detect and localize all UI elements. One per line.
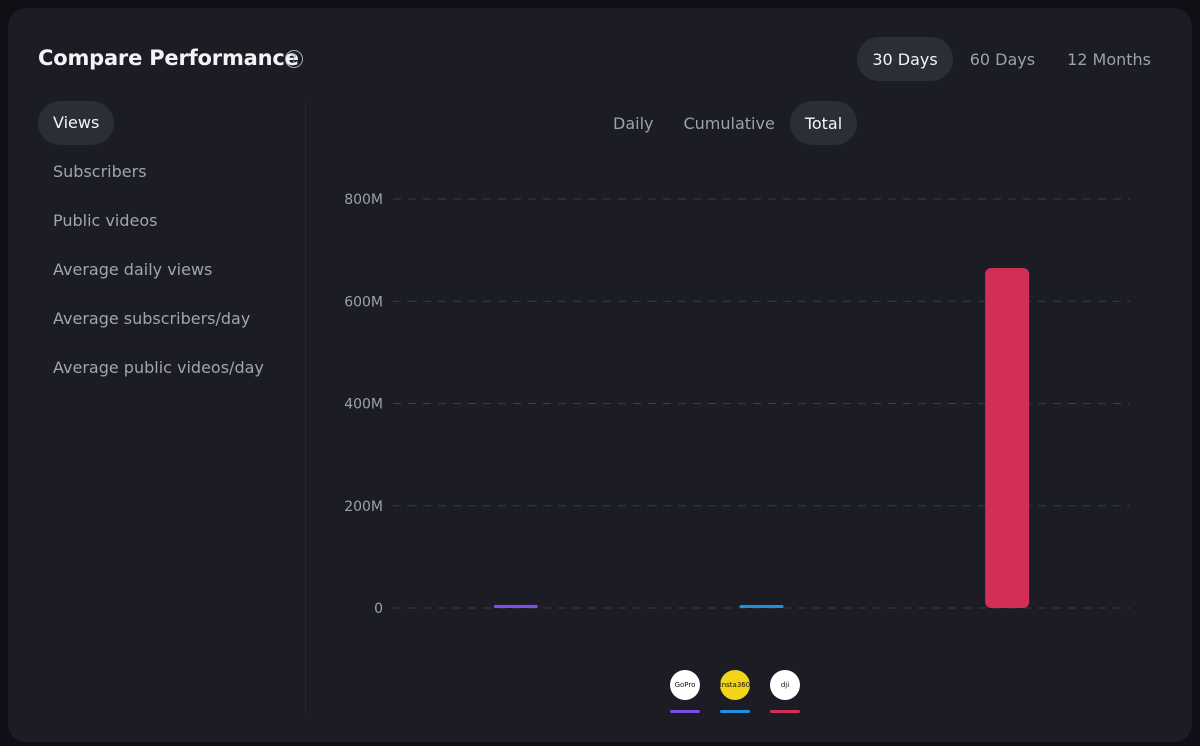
mode-total-button[interactable]: Total	[789, 101, 858, 145]
views-bar-chart: 0 200M 400M 600M 800M	[344, 192, 1130, 617]
range-60-days-button[interactable]: 60 Days	[955, 37, 1050, 81]
metric-views[interactable]: Views	[38, 101, 115, 145]
compare-performance-panel: Compare Performance ? 30 Days 60 Days 12…	[8, 8, 1192, 742]
y-tick-label: 800M	[344, 192, 383, 208]
y-tick-label: 400M	[344, 397, 383, 413]
range-30-days-button[interactable]: 30 Days	[857, 37, 953, 81]
help-icon[interactable]: ?	[285, 50, 303, 68]
legend-swatch	[770, 710, 800, 713]
page-title: Compare Performance	[38, 46, 299, 70]
mode-cumulative-button[interactable]: Cumulative	[668, 101, 789, 145]
metric-subscribers[interactable]: Subscribers	[38, 150, 162, 194]
range-12-months-button[interactable]: 12 Months	[1052, 37, 1166, 81]
view-mode-selector: Daily Cumulative Total	[598, 101, 858, 145]
y-tick-label: 0	[374, 601, 383, 617]
legend-item-dji[interactable]: dji	[770, 670, 800, 713]
metric-average-subscribers-day[interactable]: Average subscribers/day	[38, 297, 265, 341]
bar-gopro[interactable]	[493, 604, 538, 608]
metric-sidebar: Views Subscribers Public videos Average …	[38, 101, 298, 395]
bar-insta360[interactable]	[739, 605, 784, 608]
bar-dji[interactable]	[985, 268, 1030, 608]
sidebar-divider	[305, 103, 306, 713]
y-tick-label: 200M	[344, 499, 383, 515]
metric-average-public-videos-day[interactable]: Average public videos/day	[38, 346, 279, 390]
time-range-selector: 30 Days 60 Days 12 Months	[857, 37, 1166, 81]
dji-logo-icon: dji	[770, 670, 800, 700]
mode-daily-button[interactable]: Daily	[598, 101, 668, 145]
gopro-logo-icon: GoPro	[670, 670, 700, 700]
legend-swatch	[720, 710, 750, 713]
legend-item-insta360[interactable]: insta360	[720, 670, 750, 713]
y-tick-label: 600M	[344, 294, 383, 310]
metric-public-videos[interactable]: Public videos	[38, 199, 172, 243]
insta360-logo-icon: insta360	[720, 670, 750, 700]
channel-legend: GoPro insta360 dji	[670, 670, 800, 713]
metric-average-daily-views[interactable]: Average daily views	[38, 248, 227, 292]
legend-item-gopro[interactable]: GoPro	[670, 670, 700, 713]
legend-swatch	[670, 710, 700, 713]
